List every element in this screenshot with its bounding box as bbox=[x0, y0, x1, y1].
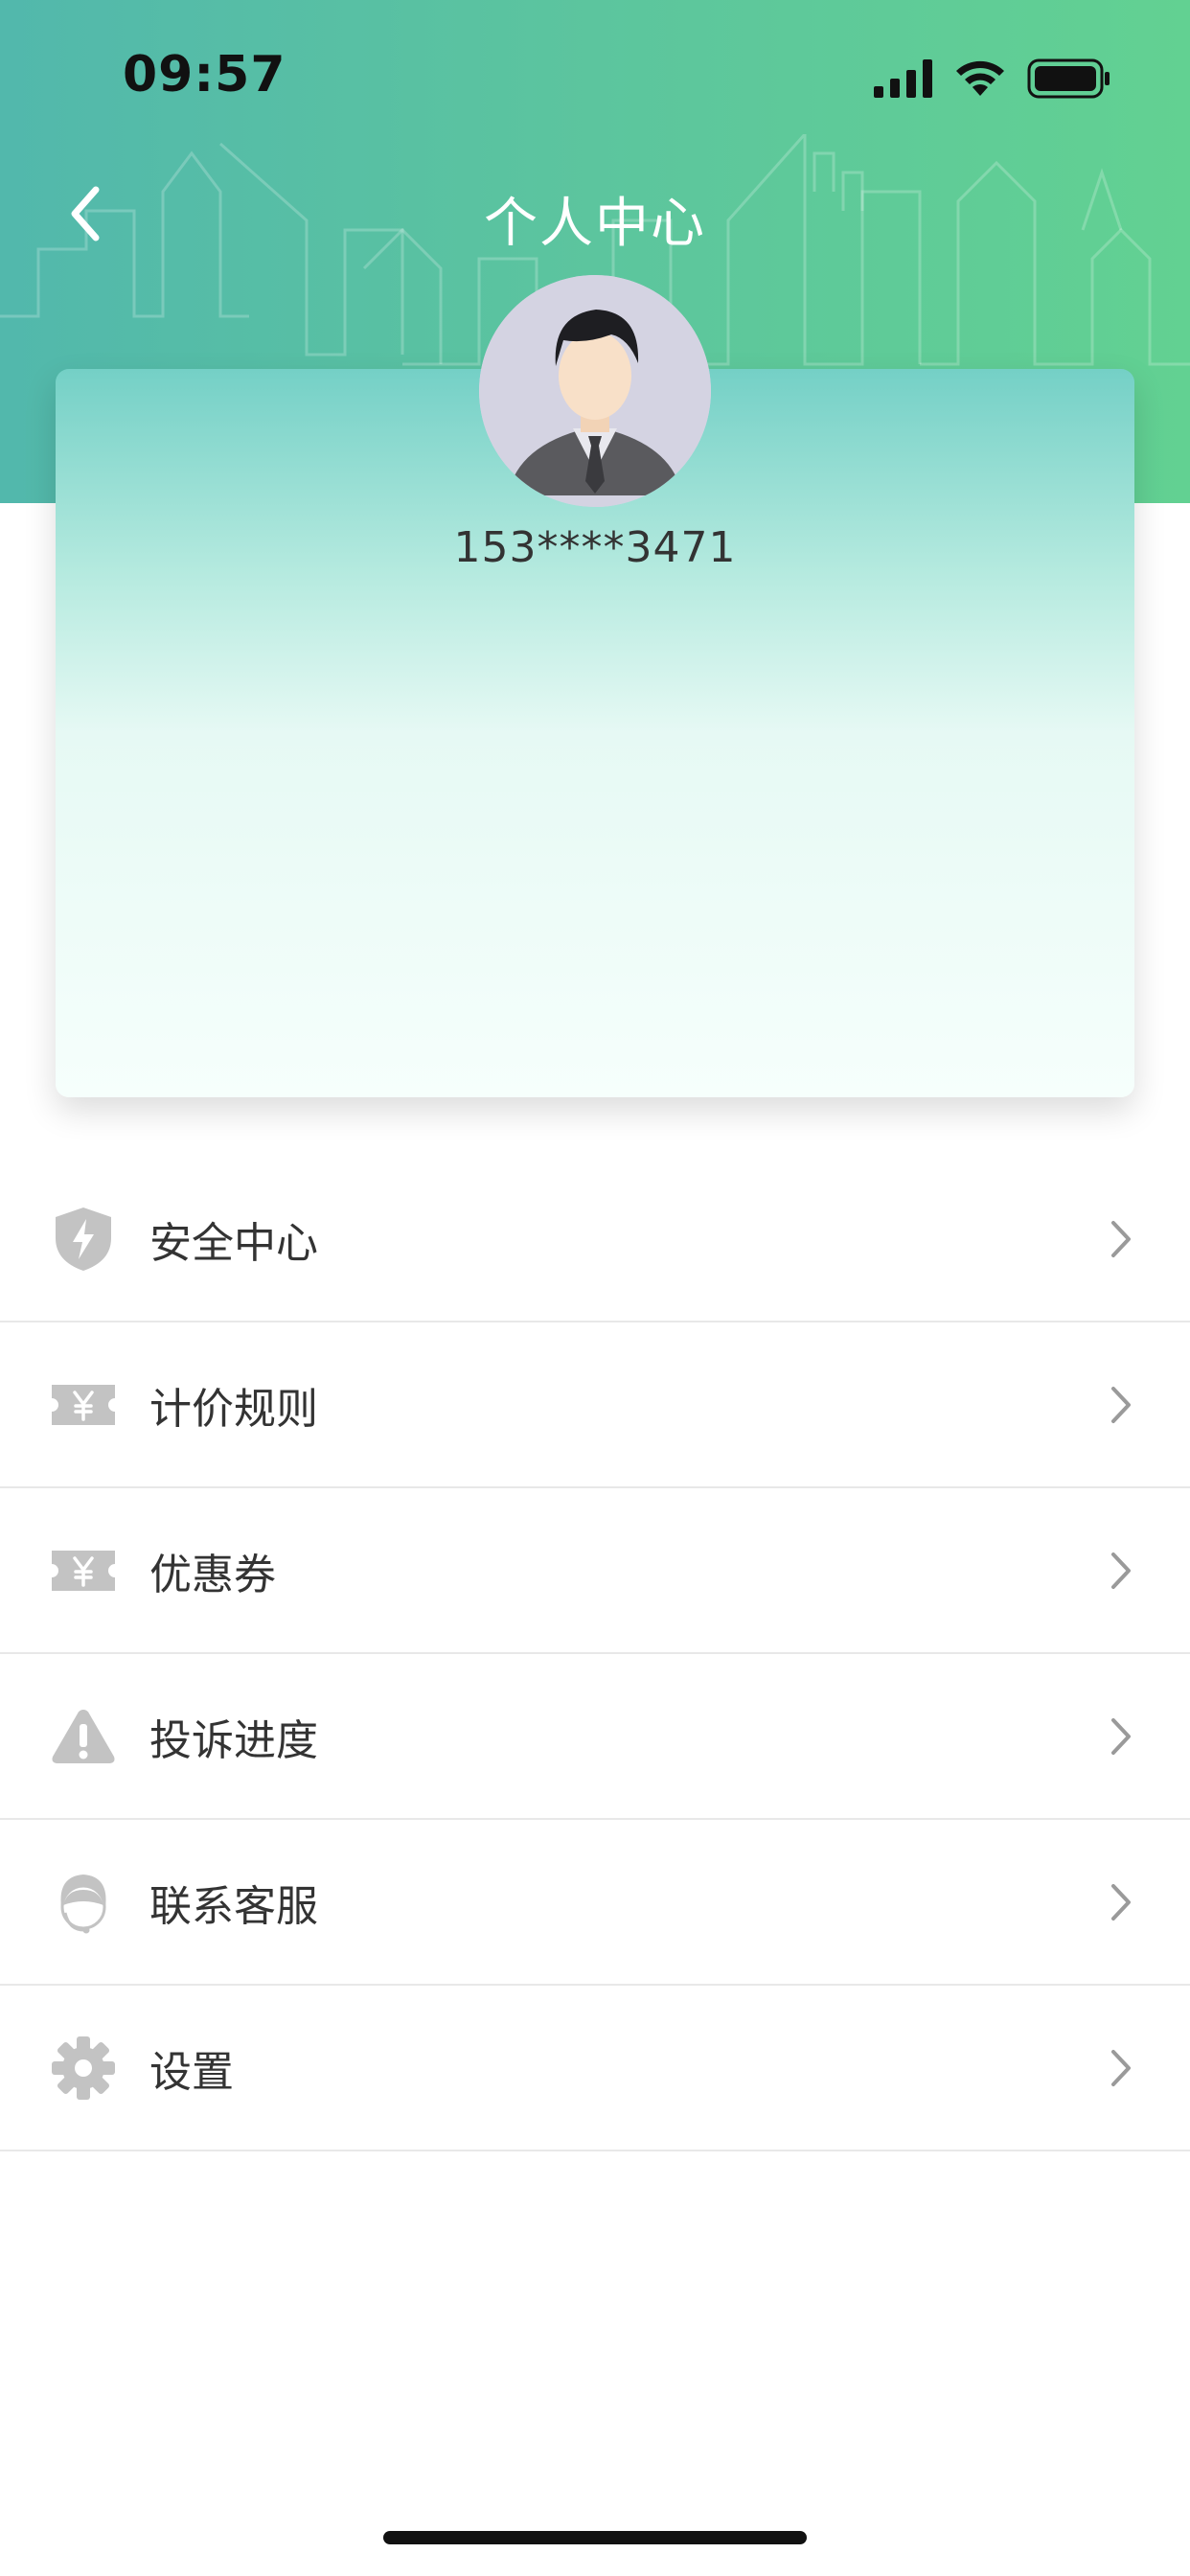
menu-item-label: 联系客服 bbox=[149, 1881, 318, 1931]
chevron-right-icon bbox=[1111, 1386, 1131, 1423]
gear-icon bbox=[50, 2035, 117, 2102]
menu-item-settings[interactable]: 设置 bbox=[0, 1986, 1190, 2151]
avatar[interactable] bbox=[479, 275, 711, 507]
customer-service-icon bbox=[50, 1869, 117, 1936]
menu-item-label: 优惠券 bbox=[149, 1550, 276, 1599]
chevron-right-icon bbox=[1111, 2049, 1131, 2086]
shield-bolt-icon bbox=[50, 1206, 117, 1273]
menu-item-label: 安全中心 bbox=[149, 1218, 318, 1268]
menu-item-pricing-rules[interactable]: 计价规则 bbox=[0, 1322, 1190, 1488]
menu-item-security-center[interactable]: 安全中心 bbox=[0, 1157, 1190, 1322]
menu-item-coupons[interactable]: 优惠券 bbox=[0, 1488, 1190, 1654]
page-title: 个人中心 bbox=[484, 193, 706, 255]
menu-item-label: 计价规则 bbox=[149, 1384, 318, 1434]
chevron-right-icon bbox=[1111, 1883, 1131, 1920]
chevron-right-icon bbox=[1111, 1552, 1131, 1589]
menu-item-contact-support[interactable]: 联系客服 bbox=[0, 1820, 1190, 1986]
status-icons bbox=[874, 58, 1111, 100]
menu-item-label: 投诉进度 bbox=[149, 1715, 318, 1765]
signal-icon bbox=[874, 59, 932, 98]
ticket-yen-icon bbox=[50, 1371, 117, 1438]
chevron-right-icon bbox=[1111, 1717, 1131, 1755]
chevron-right-icon bbox=[1111, 1220, 1131, 1257]
warning-icon bbox=[50, 1703, 117, 1770]
ticket-yen-icon bbox=[50, 1537, 117, 1604]
user-phone: 153****3471 bbox=[453, 523, 737, 572]
menu-item-complaint-progress[interactable]: 投诉进度 bbox=[0, 1654, 1190, 1820]
status-time: 09:57 bbox=[123, 46, 286, 104]
menu-item-label: 设置 bbox=[149, 2047, 234, 2097]
menu-list: 安全中心 计价规则 优惠券 投诉进度 联系客服 设置 bbox=[0, 1157, 1190, 2151]
wifi-icon bbox=[956, 60, 1004, 96]
home-indicator[interactable] bbox=[383, 2531, 807, 2544]
user-avatar-icon bbox=[479, 275, 711, 507]
battery-icon bbox=[1027, 58, 1110, 99]
